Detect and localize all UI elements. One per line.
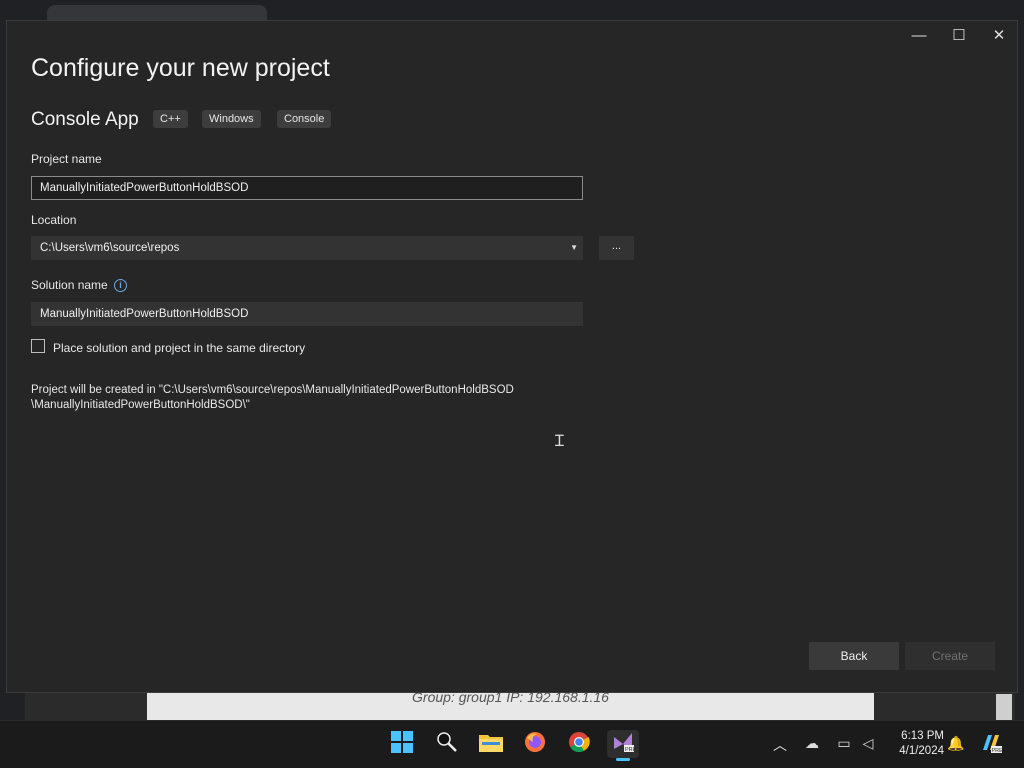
configure-project-dialog: — ☐ ✕ Configure your new project Console… xyxy=(6,20,1018,693)
svg-text:PRE: PRE xyxy=(992,748,1003,754)
clock-date: 4/1/2024 xyxy=(899,745,944,757)
location-value: C:\Users\vm6\source\repos xyxy=(40,242,180,254)
same-directory-checkbox[interactable] xyxy=(31,339,45,353)
project-name-label: Project name xyxy=(31,152,102,166)
browse-location-button[interactable]: ... xyxy=(599,236,634,260)
taskbar: PRE ︿ ☁ ▭ ◁ 6:13 PM 4/1/2024 🔔 PRE xyxy=(0,720,1024,768)
minimize-button[interactable]: — xyxy=(899,25,939,49)
volume-muted-icon[interactable]: ◁ xyxy=(859,735,877,752)
template-name: Console App xyxy=(31,109,139,130)
solution-name-label: Solution name xyxy=(31,278,108,292)
visual-studio-icon[interactable]: PRE xyxy=(607,730,639,761)
active-app-indicator xyxy=(616,758,630,761)
tag-platform: Windows xyxy=(202,110,261,128)
project-location-note-line2: \ManuallyInitiatedPowerButtonHoldBSOD\" xyxy=(31,399,250,411)
maximize-button[interactable]: ☐ xyxy=(939,25,979,49)
search-icon[interactable] xyxy=(433,730,461,758)
background-scrollbar[interactable] xyxy=(996,694,1012,720)
text-cursor-icon: Ɪ xyxy=(555,431,564,450)
location-label: Location xyxy=(31,213,77,227)
file-explorer-icon[interactable] xyxy=(477,730,505,758)
onedrive-icon[interactable]: ☁ xyxy=(803,735,821,752)
info-icon[interactable]: i xyxy=(114,279,127,292)
tag-language: C++ xyxy=(153,110,188,128)
windows-start-icon[interactable] xyxy=(388,730,416,758)
firefox-icon[interactable] xyxy=(521,730,549,758)
project-location-note-line1: Project will be created in "C:\Users\vm6… xyxy=(31,384,514,396)
chevron-up-icon[interactable]: ︿ xyxy=(771,735,789,755)
network-icon[interactable]: ▭ xyxy=(835,735,853,752)
same-directory-label[interactable]: Place solution and project in the same d… xyxy=(53,341,305,355)
clock[interactable]: 6:13 PM 4/1/2024 xyxy=(884,729,944,759)
project-location-note: Project will be created in "C:\Users\vm6… xyxy=(31,383,631,413)
solution-name-input[interactable]: ManuallyInitiatedPowerButtonHoldBSOD xyxy=(31,302,583,326)
create-button[interactable]: Create xyxy=(905,642,995,670)
chevron-down-icon[interactable]: ▼ xyxy=(570,237,578,259)
project-name-input[interactable]: ManuallyInitiatedPowerButtonHoldBSOD xyxy=(31,176,583,200)
notification-bell-icon[interactable]: 🔔 xyxy=(947,735,965,752)
close-button[interactable]: ✕ xyxy=(979,25,1019,49)
chrome-icon[interactable] xyxy=(565,730,593,758)
clock-time: 6:13 PM xyxy=(901,730,944,742)
location-dropdown[interactable]: C:\Users\vm6\source\repos ▼ xyxy=(31,236,583,260)
background-page-text: Group: group1 IP: 192.168.1.16 xyxy=(147,690,874,720)
back-button[interactable]: Back xyxy=(809,642,899,670)
tag-project-type: Console xyxy=(277,110,332,128)
copilot-icon[interactable]: PRE xyxy=(980,732,1003,757)
svg-text:PRE: PRE xyxy=(625,747,635,753)
dialog-title: Configure your new project xyxy=(31,54,330,82)
